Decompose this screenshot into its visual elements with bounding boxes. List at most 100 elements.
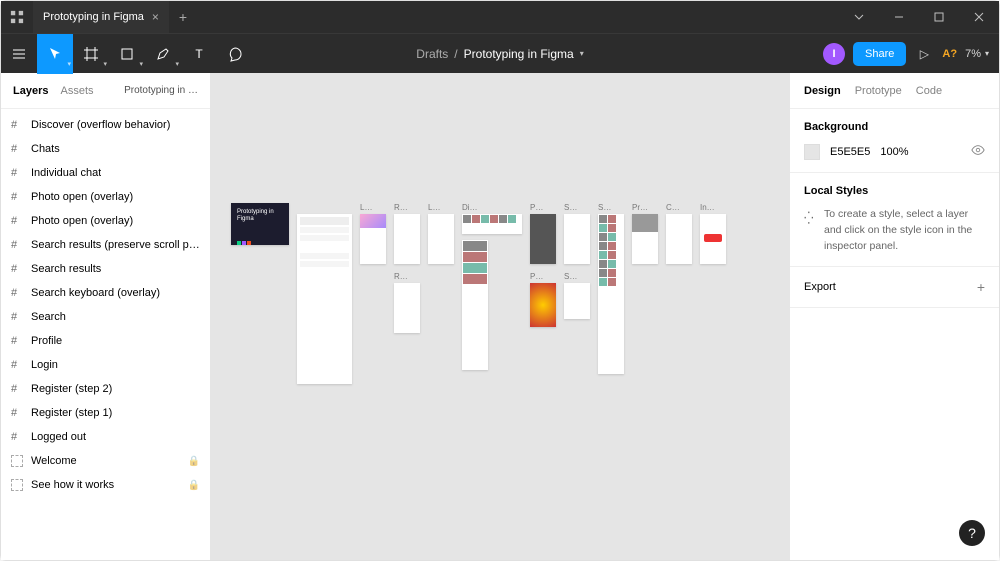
layer-item[interactable]: Search results (preserve scroll po… (1, 233, 210, 257)
comment-tool-button[interactable] (217, 34, 253, 74)
tab-layers[interactable]: Layers (13, 85, 48, 97)
main-menu-button[interactable] (1, 34, 37, 74)
layer-label: Search (31, 311, 66, 323)
layer-item[interactable]: See how it works 🔒 (1, 473, 210, 497)
frame-icon (11, 191, 23, 203)
frame-icon (11, 263, 23, 275)
frame-icon (11, 119, 23, 131)
layer-item[interactable]: Search results (1, 257, 210, 281)
close-tab-icon[interactable]: × (152, 10, 159, 24)
inspector-panel: Design Prototype Code Background E5E5E5 … (789, 73, 999, 560)
frame-icon (11, 167, 23, 179)
visibility-toggle-icon[interactable] (971, 143, 985, 160)
window-maximize-button[interactable] (919, 1, 959, 33)
layer-label: Welcome (31, 455, 77, 467)
tab-design[interactable]: Design (804, 85, 841, 97)
layer-item[interactable]: Photo open (overlay) (1, 209, 210, 233)
canvas-frame[interactable] (462, 240, 488, 370)
add-export-button[interactable]: + (977, 279, 985, 295)
lock-icon[interactable]: 🔒 (188, 480, 200, 491)
app-menu-button[interactable] (1, 10, 33, 24)
move-tool-button[interactable]: ▾ (37, 34, 73, 74)
help-button[interactable]: ? (959, 520, 985, 546)
document-tab[interactable]: Prototyping in Figma × (33, 1, 169, 33)
layer-item[interactable]: Profile (1, 329, 210, 353)
canvas-frame[interactable] (428, 214, 454, 264)
share-button[interactable]: Share (853, 42, 906, 66)
canvas-frame[interactable] (666, 214, 692, 264)
canvas-frame[interactable] (297, 214, 352, 384)
layer-item[interactable]: Chats (1, 137, 210, 161)
breadcrumb[interactable]: Drafts / Prototyping in Figma ▾ (416, 47, 583, 61)
background-hex[interactable]: E5E5E5 (830, 146, 870, 158)
chevron-down-icon[interactable] (839, 1, 879, 33)
canvas-frame[interactable] (564, 283, 590, 319)
layer-item[interactable]: Individual chat (1, 161, 210, 185)
canvas-frame[interactable] (360, 214, 386, 264)
page-selector[interactable]: Prototyping in … (124, 85, 198, 96)
background-swatch[interactable] (804, 144, 820, 160)
layer-item[interactable]: Welcome 🔒 (1, 449, 210, 473)
canvas-frame[interactable] (564, 214, 590, 264)
layers-panel: Layers Assets Prototyping in … Discover … (1, 73, 211, 560)
canvas-frame[interactable] (394, 283, 420, 333)
pen-tool-button[interactable]: ▾ (145, 34, 181, 74)
canvas-frame[interactable] (530, 214, 556, 264)
frame-icon (11, 407, 23, 419)
layer-label: Search results (preserve scroll po… (31, 239, 200, 251)
tab-assets[interactable]: Assets (60, 85, 93, 97)
lock-icon[interactable]: 🔒 (188, 456, 200, 467)
user-avatar[interactable]: I (823, 43, 845, 65)
frame-icon (11, 335, 23, 347)
layer-label: Photo open (overlay) (31, 215, 133, 227)
layer-item[interactable]: Register (step 1) (1, 401, 210, 425)
window-titlebar: Prototyping in Figma × + (1, 1, 999, 33)
export-section: Export + (790, 267, 999, 308)
layer-item[interactable]: Search (1, 305, 210, 329)
zoom-control[interactable]: 7%▾ (965, 48, 989, 60)
background-opacity[interactable]: 100% (880, 146, 908, 158)
canvas-frame[interactable] (530, 283, 556, 327)
layer-item[interactable]: Search keyboard (overlay) (1, 281, 210, 305)
layer-item[interactable]: Register (step 2) (1, 377, 210, 401)
layer-label: Discover (overflow behavior) (31, 119, 170, 131)
layer-item[interactable]: Logged out (1, 425, 210, 449)
layer-label: Register (step 2) (31, 383, 112, 395)
layer-label: Individual chat (31, 167, 101, 179)
frame-icon (11, 383, 23, 395)
tab-code[interactable]: Code (916, 85, 942, 97)
window-close-button[interactable] (959, 1, 999, 33)
canvas-frame[interactable] (462, 214, 522, 234)
frame-icon (11, 359, 23, 371)
missing-fonts-indicator[interactable]: A? (942, 48, 957, 60)
cover-frame[interactable]: Prototyping in Figma (231, 203, 289, 245)
canvas-frame[interactable] (598, 214, 624, 374)
local-styles-section: Local Styles To create a style, select a… (790, 173, 999, 267)
toolbar: ▾ ▾ ▾ ▾ T Drafts / Prototyping in Figma … (1, 33, 999, 73)
canvas-frame[interactable] (632, 214, 658, 264)
canvas-frame[interactable] (394, 214, 420, 264)
local-styles-hint: To create a style, select a layer and cl… (824, 207, 985, 254)
layer-label: Photo open (overlay) (31, 191, 133, 203)
layer-item[interactable]: Login (1, 353, 210, 377)
text-tool-button[interactable]: T (181, 34, 217, 74)
tab-prototype[interactable]: Prototype (855, 85, 902, 97)
canvas-frame[interactable] (700, 214, 726, 264)
layer-item[interactable]: Photo open (overlay) (1, 185, 210, 209)
window-minimize-button[interactable] (879, 1, 919, 33)
canvas[interactable]: Prototyping in Figma L… R… R… L… Di… P… … (211, 73, 789, 560)
new-tab-button[interactable]: + (169, 9, 197, 25)
present-button[interactable]: ▷ (914, 47, 934, 61)
frame-tool-button[interactable]: ▾ (73, 34, 109, 74)
shape-tool-button[interactable]: ▾ (109, 34, 145, 74)
styles-icon (804, 209, 816, 221)
layer-label: Login (31, 359, 58, 371)
layer-label: See how it works (31, 479, 114, 491)
layer-label: Register (step 1) (31, 407, 112, 419)
layer-label: Profile (31, 335, 62, 347)
layer-label: Chats (31, 143, 60, 155)
frame-icon (11, 311, 23, 323)
layer-item[interactable]: Discover (overflow behavior) (1, 113, 210, 137)
component-icon (11, 455, 23, 467)
breadcrumb-file: Prototyping in Figma (464, 47, 574, 61)
